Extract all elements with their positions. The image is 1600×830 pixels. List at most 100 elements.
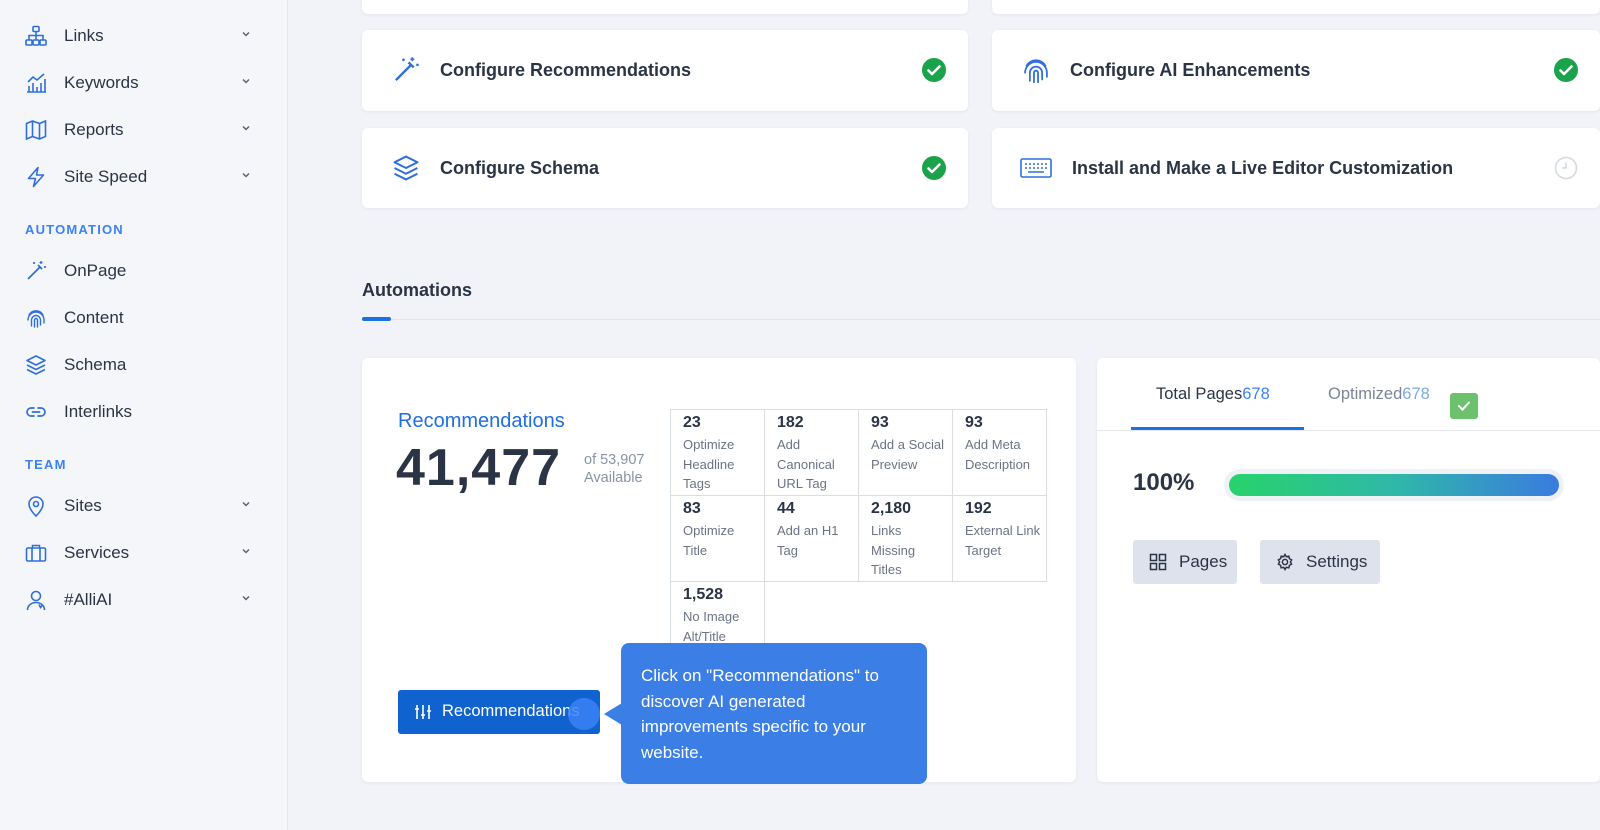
- onboarding-tooltip: Click on "Recommendations" to discover A…: [621, 643, 927, 784]
- user-icon: [24, 588, 48, 612]
- recommendation-cell[interactable]: 192 External Link Target: [952, 495, 1047, 582]
- sidebar-item-services[interactable]: Services: [24, 535, 260, 571]
- gear-icon: [1276, 553, 1294, 571]
- task-card-partial: [992, 0, 1600, 14]
- chevron-down-icon: [242, 78, 250, 84]
- tooltip-arrow: [604, 703, 622, 725]
- sidebar-item-label: #AlliAI: [64, 590, 113, 609]
- recommendation-cell[interactable]: 23 Optimize Headline Tags: [670, 409, 765, 496]
- task-card-live-editor[interactable]: Install and Make a Live Editor Customiza…: [992, 128, 1600, 208]
- tab-value: 678: [1242, 385, 1270, 403]
- progress-percent: 100%: [1133, 469, 1195, 496]
- section-label-automation: AUTOMATION: [25, 222, 124, 237]
- recommendation-cell[interactable]: 83 Optimize Title: [670, 495, 765, 582]
- sidebar-item-label: Sites: [64, 496, 102, 515]
- sidebar-item-label: Schema: [64, 355, 127, 374]
- recommendation-cell[interactable]: 1,528 No Image Alt/Title: [670, 581, 765, 643]
- cell-count: 192: [965, 500, 992, 517]
- sidebar-item-interlinks[interactable]: Interlinks: [24, 394, 260, 430]
- sidebar-item-label: Services: [64, 543, 130, 562]
- task-card-configure-schema[interactable]: Configure Schema: [362, 128, 968, 208]
- cell-description: Optimize Title: [683, 523, 735, 558]
- cell-count: 1,528: [683, 586, 724, 603]
- bolt-icon: [24, 165, 48, 189]
- cell-description: Optimize Headline Tags: [683, 437, 735, 491]
- cell-description: Add an H1 Tag: [777, 523, 839, 558]
- sidebar-item-label: OnPage: [64, 261, 127, 280]
- magic-wand-icon: [24, 259, 48, 283]
- cell-description: Add Canonical URL Tag: [777, 437, 835, 491]
- sidebar-item-reports[interactable]: Reports: [24, 112, 260, 148]
- recommendations-total: of 53,907 Available: [584, 451, 644, 487]
- cell-count: 23: [683, 414, 701, 431]
- sidebar-item-site-speed[interactable]: Site Speed: [24, 159, 260, 195]
- section-title-automations: Automations: [362, 280, 472, 300]
- tab-active-indicator: [1131, 427, 1304, 430]
- cell-description: No Image Alt/Title: [683, 609, 740, 643]
- task-card-partial: [362, 0, 968, 14]
- section-divider: [362, 319, 1600, 320]
- tab-label: Optimized: [1328, 385, 1403, 403]
- location-pin-icon: [24, 494, 48, 518]
- cell-count: 44: [777, 500, 795, 517]
- tab-optimized[interactable]: Optimized678: [1328, 385, 1430, 429]
- cell-count: 83: [683, 500, 701, 517]
- sitemap-icon: [24, 24, 48, 48]
- recommendations-of-total: of 53,907: [584, 452, 645, 468]
- check-circle-icon: [922, 156, 946, 180]
- layers-icon: [390, 152, 422, 184]
- tab-label: Total Pages: [1156, 385, 1243, 403]
- check-circle-icon: [922, 58, 946, 82]
- cell-description: Add a Social Preview: [871, 437, 944, 472]
- fingerprint-icon: [24, 306, 48, 330]
- grid-icon: [1149, 553, 1167, 571]
- sidebar-item-links[interactable]: Links: [24, 18, 260, 54]
- sidebar-item-label: Interlinks: [64, 402, 133, 421]
- task-card-configure-recommendations[interactable]: Configure Recommendations: [362, 30, 968, 111]
- map-icon: [24, 118, 48, 142]
- recommendation-cell[interactable]: 93 Add Meta Description: [952, 409, 1047, 496]
- settings-button[interactable]: Settings: [1260, 540, 1380, 584]
- tab-total-pages[interactable]: Total Pages678: [1156, 385, 1270, 429]
- chart-icon: [24, 71, 48, 95]
- recommendation-cell[interactable]: 2,180 Links Missing Titles: [858, 495, 953, 582]
- cell-count: 182: [777, 414, 804, 431]
- tab-divider: [1096, 430, 1600, 431]
- sidebar-item-label: Reports: [64, 120, 124, 139]
- tab-value: 678: [1402, 385, 1430, 403]
- sidebar-item-schema[interactable]: Schema: [24, 347, 260, 383]
- task-label: Configure Schema: [440, 157, 600, 178]
- sidebar-item-alliai[interactable]: #AlliAI: [24, 582, 260, 618]
- chevron-down-icon: [242, 125, 250, 131]
- sidebar-item-onpage[interactable]: OnPage: [24, 253, 260, 289]
- cell-description: Links Missing Titles: [871, 523, 916, 577]
- section-active-indicator: [362, 317, 391, 321]
- layers-icon: [24, 353, 48, 377]
- sidebar-item-content[interactable]: Content: [24, 300, 260, 336]
- recommendation-cell[interactable]: 182 Add Canonical URL Tag: [764, 409, 859, 496]
- section-label-team: TEAM: [25, 457, 67, 472]
- clock-icon: [1554, 156, 1578, 180]
- magic-wand-icon: [390, 54, 422, 86]
- cell-description: Add Meta Description: [965, 437, 1031, 472]
- sidebar-item-keywords[interactable]: Keywords: [24, 65, 260, 101]
- cell-count: 2,180: [871, 500, 912, 517]
- settings-button-label: Settings: [1306, 552, 1368, 571]
- briefcase-icon: [24, 541, 48, 565]
- task-card-configure-ai-enhancements[interactable]: Configure AI Enhancements: [992, 30, 1600, 111]
- chevron-down-icon: [242, 172, 250, 178]
- recommendation-cell[interactable]: 93 Add a Social Preview: [858, 409, 953, 496]
- sidebar-item-label: Links: [64, 26, 104, 45]
- recommendation-cell[interactable]: 44 Add an H1 Tag: [764, 495, 859, 582]
- chevron-down-icon: [242, 501, 250, 507]
- pages-button[interactable]: Pages: [1133, 540, 1237, 584]
- recommendations-available: Available: [584, 470, 643, 486]
- sliders-icon: [415, 705, 431, 719]
- recommendations-button-label: Recommendations: [442, 702, 580, 720]
- cell-count: 93: [871, 414, 889, 431]
- recommendations-title[interactable]: Recommendations: [398, 410, 565, 433]
- pages-button-label: Pages: [1179, 552, 1228, 571]
- task-label: Install and Make a Live Editor Customiza…: [1072, 157, 1454, 178]
- sidebar-item-sites[interactable]: Sites: [24, 488, 260, 524]
- chevron-down-icon: [242, 595, 250, 601]
